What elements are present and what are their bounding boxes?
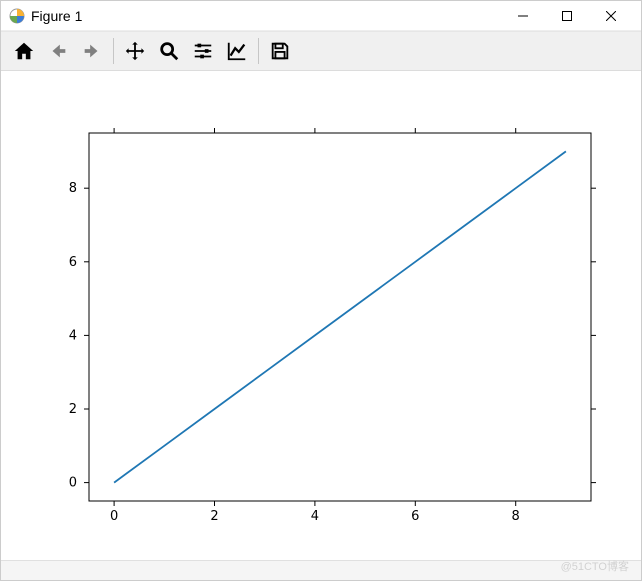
move-icon bbox=[124, 40, 146, 62]
app-icon bbox=[9, 8, 25, 24]
zoom-button[interactable] bbox=[152, 34, 186, 68]
toolbar bbox=[1, 31, 641, 71]
arrow-left-icon bbox=[47, 40, 69, 62]
sliders-icon bbox=[192, 40, 214, 62]
svg-text:6: 6 bbox=[69, 255, 77, 270]
window-title: Figure 1 bbox=[31, 8, 82, 24]
save-button[interactable] bbox=[263, 34, 297, 68]
svg-text:8: 8 bbox=[512, 509, 520, 524]
svg-text:2: 2 bbox=[69, 402, 77, 417]
arrow-right-icon bbox=[81, 40, 103, 62]
close-button[interactable] bbox=[589, 1, 633, 31]
plot-area: 0 2 4 6 8 0 2 4 6 8 bbox=[1, 73, 641, 560]
statusbar bbox=[1, 560, 641, 580]
zoom-icon bbox=[158, 40, 180, 62]
titlebar: Figure 1 bbox=[1, 1, 641, 31]
chart-line-icon bbox=[226, 40, 248, 62]
line-chart: 0 2 4 6 8 0 2 4 6 8 bbox=[1, 73, 641, 561]
minimize-button[interactable] bbox=[501, 1, 545, 31]
configure-subplots-button[interactable] bbox=[186, 34, 220, 68]
svg-text:2: 2 bbox=[210, 509, 218, 524]
edit-axis-button[interactable] bbox=[220, 34, 254, 68]
maximize-button[interactable] bbox=[545, 1, 589, 31]
home-icon bbox=[13, 40, 35, 62]
svg-text:4: 4 bbox=[311, 509, 319, 524]
toolbar-separator bbox=[113, 38, 114, 64]
home-button[interactable] bbox=[7, 34, 41, 68]
svg-text:0: 0 bbox=[110, 509, 118, 524]
back-button[interactable] bbox=[41, 34, 75, 68]
svg-text:4: 4 bbox=[69, 328, 77, 343]
svg-text:6: 6 bbox=[411, 509, 419, 524]
toolbar-separator bbox=[258, 38, 259, 64]
pan-button[interactable] bbox=[118, 34, 152, 68]
svg-text:8: 8 bbox=[69, 181, 77, 196]
save-icon bbox=[269, 40, 291, 62]
forward-button[interactable] bbox=[75, 34, 109, 68]
svg-text:0: 0 bbox=[69, 476, 77, 491]
